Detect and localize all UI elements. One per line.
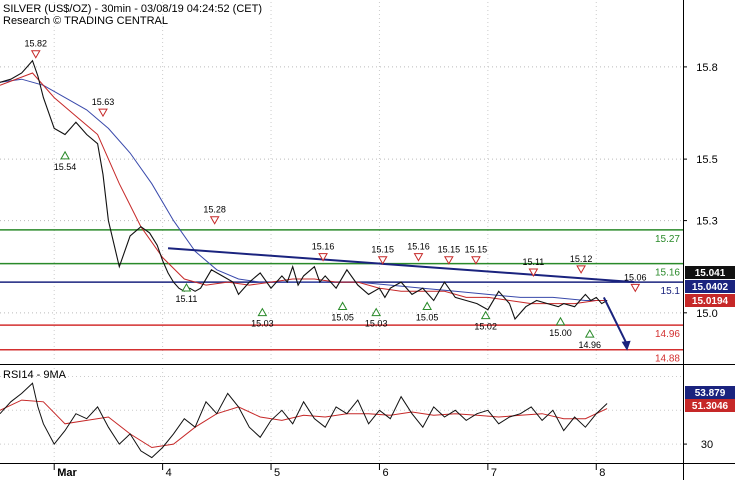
rsi-tick-label-0: 30 (701, 439, 713, 451)
rsi-badges: 53.879 51.3046 (685, 386, 735, 412)
price-tick-label-3: 15.8 (696, 62, 717, 74)
swing-high-label-1: 15.63 (92, 97, 115, 107)
level-label-3: 14.96 (655, 329, 680, 340)
rsi-badge-label-1: 51.3046 (692, 401, 729, 412)
swing-high-label-3: 15.16 (312, 242, 335, 252)
price-tick-label-1: 15.3 (696, 216, 717, 228)
x-tick-label-3: 6 (382, 467, 388, 479)
swing-low-label-8: 14.96 (578, 340, 601, 350)
swing-high-label-0: 15.82 (25, 39, 48, 49)
swing-high-label-5: 15.16 (407, 242, 430, 252)
swing-low-label-2: 15.03 (251, 319, 274, 329)
x-tick-label-4: 7 (491, 467, 497, 479)
price-badge-label-1: 15.0402 (692, 282, 729, 293)
swing-high-label-10: 15.06 (624, 272, 647, 282)
rsi-title: RSI14 - 9MA (3, 369, 67, 381)
rsi-badge-label-0: 53.879 (695, 388, 726, 399)
price-badge-label-0: 15.041 (695, 268, 726, 279)
x-tick-label-0: Mar (57, 467, 77, 479)
swing-low-label-7: 15.00 (549, 328, 572, 338)
swing-high-label-2: 15.28 (203, 205, 226, 215)
chart-subtitle: Research © TRADING CENTRAL (3, 15, 168, 27)
swing-high-label-8: 15.11 (522, 257, 544, 267)
swing-high-label-9: 15.12 (570, 254, 593, 264)
swing-low-label-0: 15.54 (54, 162, 77, 172)
swing-low-label-4: 15.03 (365, 319, 388, 329)
chart-canvas: 15.27 15.16 15.1 14.96 14.88 15.82 15.63 15.28… (0, 0, 735, 480)
x-tick-label-5: 8 (599, 467, 605, 479)
level-label-0: 15.27 (655, 234, 680, 245)
price-badge-label-2: 15.0194 (692, 296, 729, 307)
x-tick-label-2: 5 (274, 467, 280, 479)
level-label-4: 14.88 (655, 354, 680, 365)
x-tick-label-1: 4 (166, 467, 172, 479)
swing-low-label-3: 15.05 (331, 312, 354, 322)
swing-high-label-4: 15.15 (371, 245, 394, 255)
price-tick-label-2: 15.5 (696, 154, 717, 166)
last-price-badges: 15.041 15.0402 15.0194 (685, 266, 735, 307)
chart-title: SILVER (US$/OZ) - 30min - 03/08/19 04:24… (3, 3, 262, 15)
chart-background (0, 0, 735, 480)
swing-high-label-7: 15.15 (465, 245, 488, 255)
level-label-1: 15.16 (655, 268, 680, 279)
level-label-2: 15.1 (661, 286, 681, 297)
swing-low-label-6: 15.02 (474, 322, 497, 332)
swing-high-label-6: 15.15 (438, 245, 461, 255)
price-tick-label-0: 15.0 (696, 308, 717, 320)
swing-low-label-1: 15.11 (176, 294, 198, 304)
swing-low-label-5: 15.05 (416, 312, 439, 322)
